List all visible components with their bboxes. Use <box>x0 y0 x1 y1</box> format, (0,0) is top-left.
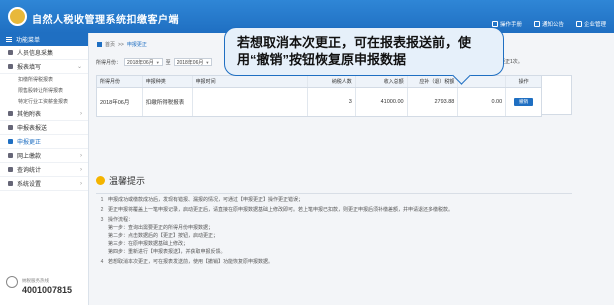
tips-header: 温馨提示 <box>96 174 572 187</box>
sidebar-sub-restricted-stock[interactable]: 限售股转让所得报表 <box>0 85 88 96</box>
edit-icon <box>8 139 13 144</box>
gear-icon <box>8 181 13 186</box>
form-icon <box>8 64 13 69</box>
correction-table: 所得月份 申报种类 申报时间 纳税人数 收入总额 应补（退）税额 操作 2018… <box>96 75 542 117</box>
to-month-select[interactable]: 2018年06月 ▼ <box>173 58 213 66</box>
header-links: 操作手册 通知公告 企业管理 <box>491 20 606 28</box>
tip-item: 4 若想取消本次更正，可在报表发送前，使用【撤销】功能恢复原申报数据。 <box>100 259 274 265</box>
payment-icon <box>8 153 13 158</box>
tab-correction[interactable]: 申报更正 <box>127 41 147 48</box>
phone-icon <box>6 276 18 288</box>
chevron-right-icon: › <box>80 166 82 173</box>
sidebar-item-other-schedules[interactable]: 其他附表 › <box>0 107 88 121</box>
sidebar-item-personnel[interactable]: 人员信息采集 <box>0 46 88 60</box>
chevron-down-icon: ⌄ <box>76 64 82 70</box>
bell-icon <box>533 21 540 27</box>
lightbulb-icon <box>96 176 105 185</box>
chevron-right-icon: › <box>80 180 82 187</box>
sidebar-item-payment[interactable]: 网上缴款 › <box>0 149 88 163</box>
from-month-select[interactable]: 2018年06月 ▼ <box>124 58 163 66</box>
search-icon <box>8 167 13 172</box>
breadcrumb-home[interactable]: 首页 <box>105 41 115 48</box>
send-icon <box>8 125 13 130</box>
service-hotline: 纳税服务热线 4001007815 <box>6 276 72 295</box>
table-scroll-area <box>542 75 572 115</box>
sidebar: 功能菜单 人员信息采集 报表填写 ⌄ 扣缴所得税报表 限售股转让所得报表 特定行业… <box>0 33 89 305</box>
home-icon[interactable] <box>97 42 102 47</box>
tax-emblem-icon <box>8 7 27 26</box>
chevron-down-icon: ▼ <box>155 59 160 65</box>
sidebar-sub-withholding[interactable]: 扣缴所得税报表 <box>0 74 88 85</box>
sidebar-item-submit[interactable]: 申报表报送 <box>0 121 88 135</box>
tip-item: 1 申报成功或缴款成功后，发现有错报、漏报的情况，可通过【申报更正】操作更正错误； <box>100 197 304 203</box>
notice-link[interactable]: 通知公告 <box>533 20 564 28</box>
chevron-right-icon: › <box>80 152 82 159</box>
tips-panel: 温馨提示 1 申报成功或缴款成功后，发现有错报、漏报的情况，可通过【申报更正】操作… <box>96 174 572 293</box>
sidebar-sub-special-industry[interactable]: 特定行业工资薪金报表 <box>0 96 88 107</box>
chevron-down-icon: ▼ <box>205 59 210 65</box>
chevron-right-icon: › <box>80 110 82 117</box>
app-title: 自然人税收管理系统扣缴客户端 <box>32 15 179 26</box>
instruction-callout: 若想取消本次更正，可在报表报送前，使用“撤销”按钮恢复原申报数据 <box>224 27 504 76</box>
tip-steps: 第一步：查询出需要更正的所得月份申报数据； 第二步：点击数据后的【更正】按钮，启… <box>108 225 226 255</box>
sidebar-item-report-fill[interactable]: 报表填写 ⌄ <box>0 60 88 74</box>
divider <box>96 193 572 194</box>
enterprise-link[interactable]: 企业管理 <box>575 20 606 28</box>
building-icon <box>575 21 582 27</box>
folder-icon <box>8 111 13 116</box>
table-header: 所得月份 申报种类 申报时间 纳税人数 收入总额 应补（退）税额 操作 <box>97 76 541 88</box>
tip-item: 2 更正申报将覆盖上一笔申报记录，启动更正后，请直接在原申报数据基础上修改即可。若… <box>100 207 454 213</box>
sidebar-item-correction[interactable]: 申报更正 <box>0 135 88 149</box>
sidebar-item-query[interactable]: 查询统计 › <box>0 163 88 177</box>
sidebar-item-settings[interactable]: 系统设置 › <box>0 177 88 191</box>
table-row[interactable]: 2018年06月 扣缴所得税报表 3 41000.00 2793.88 0.00… <box>97 88 541 116</box>
month-filter: 所得月份： 2018年06月 ▼ 至 2018年06月 ▼ <box>96 58 213 66</box>
sidebar-header: 功能菜单 <box>0 33 88 46</box>
menu-icon[interactable] <box>6 37 12 42</box>
manual-link[interactable]: 操作手册 <box>491 20 522 28</box>
tip-item: 3 操作流程： <box>100 217 134 223</box>
person-icon <box>8 50 13 55</box>
revoke-button[interactable]: 撤销 <box>514 98 534 106</box>
